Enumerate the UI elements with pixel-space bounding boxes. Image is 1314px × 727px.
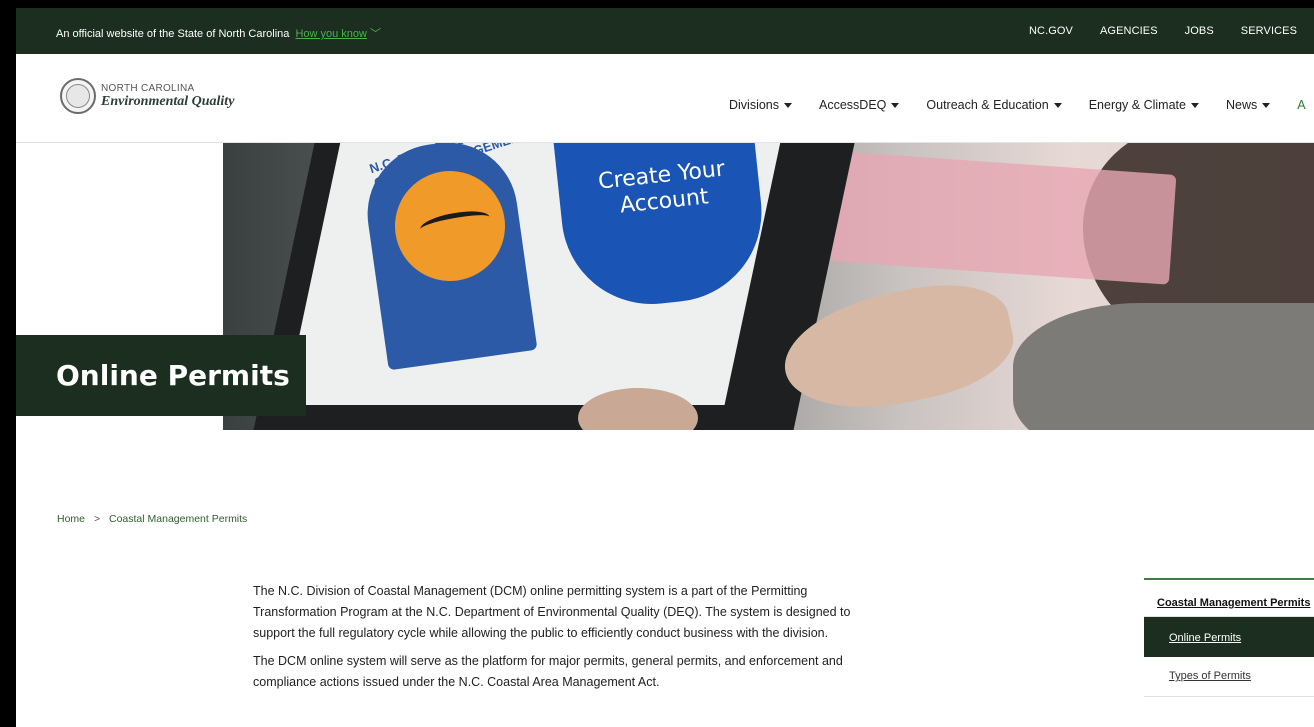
breadcrumb-separator: > bbox=[93, 513, 101, 525]
main-nav: Divisions AccessDEQ Outreach & Education… bbox=[729, 98, 1314, 112]
sidebar-item-types-of-permits[interactable]: Types of Permits bbox=[1144, 657, 1314, 697]
nav-accessdeq[interactable]: AccessDEQ bbox=[819, 98, 900, 112]
section-sidebar: Coastal Management Permits Online Permit… bbox=[1144, 578, 1314, 697]
main-content: The N.C. Division of Coastal Management … bbox=[253, 581, 863, 700]
page-title: Online Permits bbox=[56, 359, 290, 392]
nav-divisions[interactable]: Divisions bbox=[729, 98, 793, 112]
breadcrumb-home[interactable]: Home bbox=[57, 513, 85, 525]
intro-paragraph: The N.C. Division of Coastal Management … bbox=[253, 584, 851, 640]
official-notice: An official website of the State of Nort… bbox=[56, 25, 381, 41]
nav-truncated-item[interactable]: A bbox=[1297, 98, 1305, 112]
breadcrumb-current[interactable]: Coastal Management Permits bbox=[109, 513, 247, 525]
logo-line2: Environmental Quality bbox=[101, 93, 235, 109]
utility-links: NC.GOV AGENCIES JOBS SERVICES bbox=[1029, 25, 1314, 37]
sidebar-heading[interactable]: Coastal Management Permits bbox=[1144, 580, 1314, 617]
platform-paragraph: The DCM online system will serve as the … bbox=[253, 654, 843, 689]
ncgov-link[interactable]: NC.GOV bbox=[1029, 25, 1073, 37]
agencies-link[interactable]: AGENCIES bbox=[1100, 25, 1158, 37]
nav-energy-climate[interactable]: Energy & Climate bbox=[1089, 98, 1199, 112]
logo-line1: NORTH CAROLINA bbox=[101, 82, 195, 94]
caret-down-icon bbox=[1053, 102, 1062, 108]
sidebar-item-online-permits[interactable]: Online Permits bbox=[1144, 617, 1314, 657]
nav-news[interactable]: News bbox=[1226, 98, 1271, 112]
browser-page: An official website of the State of Nort… bbox=[16, 8, 1314, 727]
hero-image: N.C. DIVISION OF COASTAL MANAGEMENT Crea… bbox=[223, 143, 1314, 430]
jobs-link[interactable]: JOBS bbox=[1185, 25, 1214, 37]
caret-down-icon bbox=[784, 102, 793, 108]
official-banner: An official website of the State of Nort… bbox=[16, 8, 1314, 54]
site-logo[interactable]: NORTH CAROLINA Environmental Quality bbox=[60, 78, 234, 114]
how-you-know-link[interactable]: How you know bbox=[295, 28, 367, 40]
chevron-down-icon[interactable]: ﹀ bbox=[370, 28, 381, 40]
caret-down-icon bbox=[891, 102, 900, 108]
breadcrumb: Home > Coastal Management Permits bbox=[57, 513, 247, 525]
caret-down-icon bbox=[1190, 102, 1199, 108]
state-seal-icon bbox=[60, 78, 96, 114]
nav-outreach-education[interactable]: Outreach & Education bbox=[926, 98, 1062, 112]
official-text: An official website of the State of Nort… bbox=[56, 28, 290, 40]
caret-down-icon bbox=[1262, 102, 1271, 108]
services-link[interactable]: SERVICES bbox=[1241, 25, 1297, 37]
page-title-box: Online Permits bbox=[16, 335, 306, 416]
site-header: NORTH CAROLINA Environmental Quality Div… bbox=[16, 54, 1314, 143]
